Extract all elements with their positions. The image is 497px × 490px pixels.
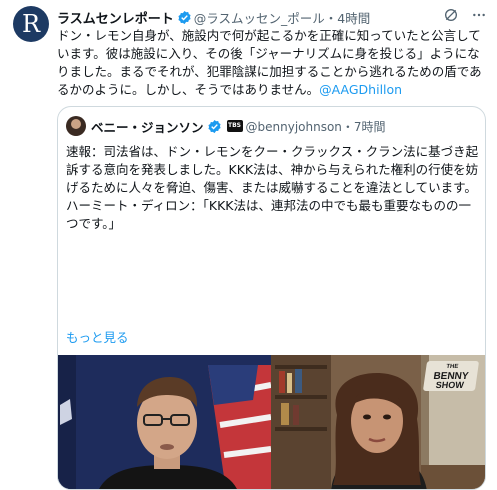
display-name[interactable]: ラスムセンレポート [57,8,174,27]
show-logo: THE BENNY SHOW [422,361,480,391]
host-illustration [58,355,271,489]
verified-badge-icon [178,10,191,24]
header-actions [443,7,487,23]
video-media[interactable]: THE BENNY SHOW [58,355,485,489]
video-left-panel [58,355,271,489]
handle-and-time[interactable]: @ラスムッセン_ポール・4時間 [194,8,370,27]
tv-badge-icon: TBS [226,120,243,132]
logo-line-3: SHOW [435,380,465,390]
verified-badge-icon [207,119,221,133]
tweet[interactable]: R ラスムセンレポート @ラスムッセン_ポール・4時間 ドン・レモン自身が、施設… [0,0,497,490]
tweet-header: ラスムセンレポート @ラスムッセン_ポール・4時間 [57,7,370,27]
grok-icon[interactable] [443,7,459,23]
avatar[interactable]: R [13,6,49,42]
mention-link[interactable]: @AAGDhillon [319,82,402,97]
quoted-handle-and-time[interactable]: @bennyjohnson・7時間 [246,118,386,135]
quoted-tweet[interactable]: ベニー・ジョンソン TBS @bennyjohnson・7時間 速報：司法省は、… [57,106,486,490]
more-icon[interactable] [471,7,487,23]
show-more-link[interactable]: もっと見る [66,327,129,346]
quoted-display-name[interactable]: ベニー・ジョンソン [91,117,204,136]
video-right-panel: THE BENNY SHOW [271,355,485,489]
quoted-tweet-header: ベニー・ジョンソン TBS @bennyjohnson・7時間 [66,115,386,137]
tweet-body-text: ドン・レモン自身が、施設内で何が起こるかを正確に知っていたと公言しています。彼は… [57,28,482,97]
tweet-text: ドン・レモン自身が、施設内で何が起こるかを正確に知っていたと公言しています。彼は… [57,27,487,99]
quoted-avatar[interactable] [66,116,86,136]
quoted-tweet-text: 速報：司法省は、ドン・レモンをクー・クラックス・クラン法に基づき起訴する意向を発… [66,144,479,231]
